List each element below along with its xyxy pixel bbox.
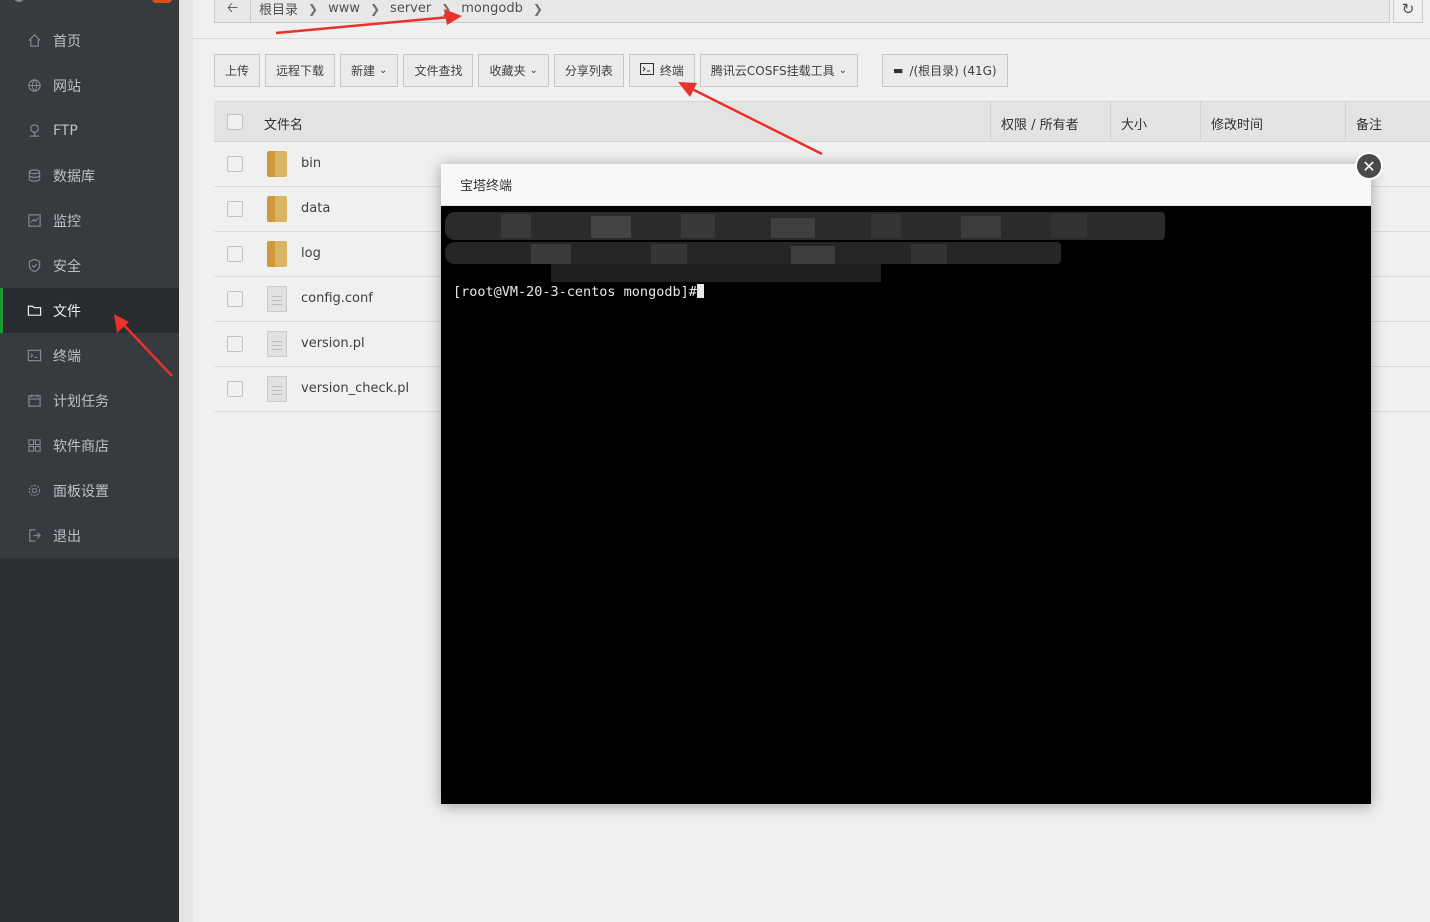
close-button[interactable]: ✕	[1355, 152, 1383, 180]
redacted-output	[441, 206, 1171, 286]
terminal-screen[interactable]: [root@VM-20-3-centos mongodb]#	[441, 206, 1371, 804]
terminal-prompt: [root@VM-20-3-centos mongodb]#	[453, 284, 704, 300]
terminal-dialog: 宝塔终端 ✕ [root@VM-20-3-centos mongodb]#	[441, 152, 1383, 804]
dialog-title: 宝塔终端	[441, 164, 1371, 206]
prompt-text: [root@VM-20-3-centos mongodb]#	[453, 284, 697, 300]
close-icon: ✕	[1362, 156, 1376, 176]
terminal-cursor	[696, 284, 704, 298]
